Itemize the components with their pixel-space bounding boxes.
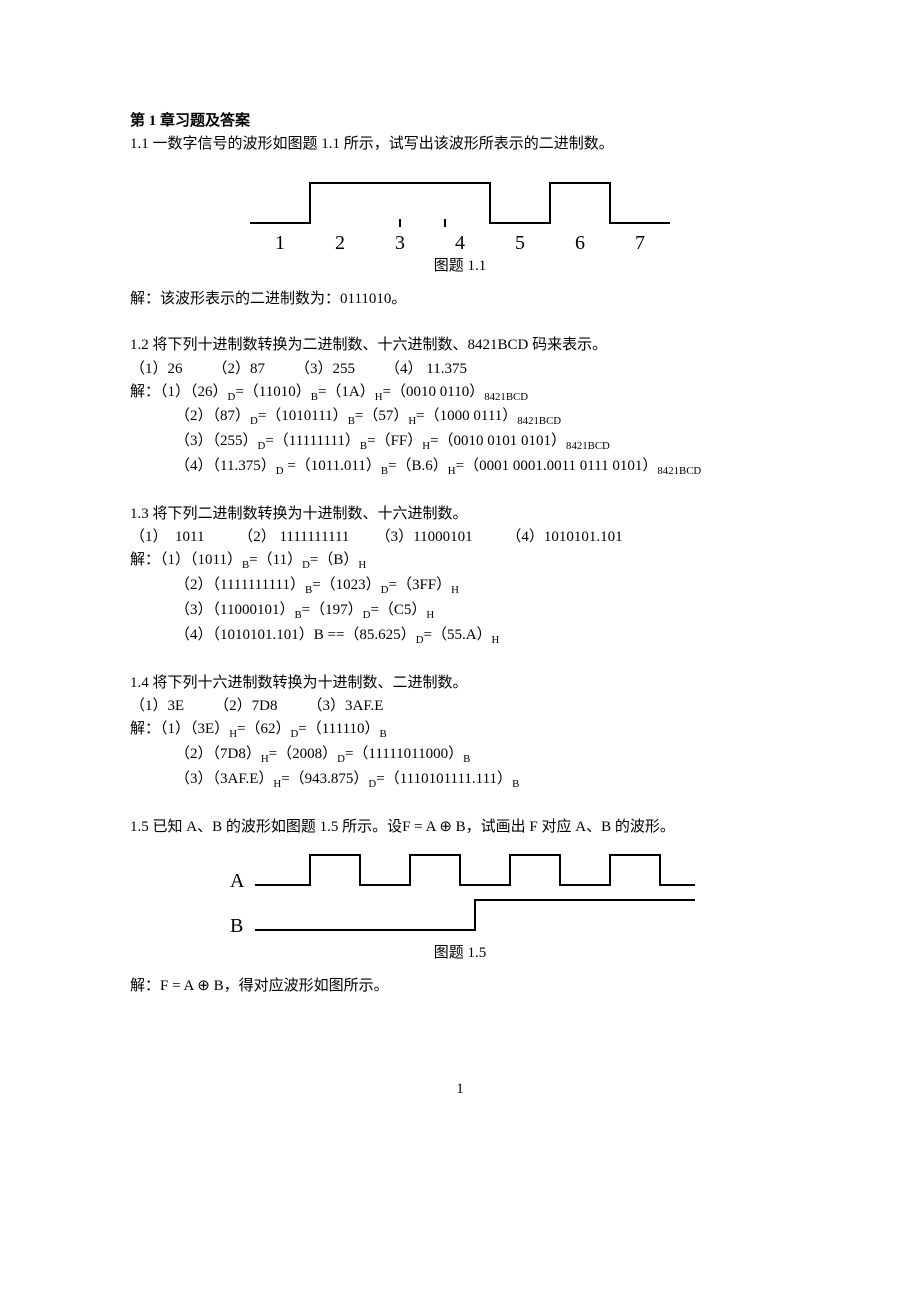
q14-answer: 解：（1）（3E）H=（62）D=（111110）B （2）（7D8）H=（20… <box>130 718 790 792</box>
svg-text:5: 5 <box>515 232 525 253</box>
q14-prompt: 1.4 将下列十六进制数转换为十进制数、二进制数。 <box>130 672 790 695</box>
q11-prompt: 1.1 一数字信号的波形如图题 1.1 所示，试写出该波形所表示的二进制数。 <box>130 133 790 156</box>
q15-formula-2: F = A ⊕ B <box>160 978 224 994</box>
chapter-title: 第 1 章习题及答案 <box>130 110 790 133</box>
q12-prompt: 1.2 将下列十进制数转换为二进制数、十六进制数、8421BCD 码来表示。 <box>130 334 790 357</box>
q15-prompt: 1.5 已知 A、B 的波形如图题 1.5 所示。设F = A ⊕ B，试画出 … <box>130 816 790 839</box>
figure-1-1-caption: 图题 1.1 <box>130 255 790 278</box>
q12-items: （1）26 （2）87 （3）255 （4） 11.375 <box>130 358 790 381</box>
q11-answer: 解：该波形表示的二进制数为：0111010。 <box>130 288 790 311</box>
figure-1-1: 1 2 3 4 5 6 7 <box>245 163 675 253</box>
q14-ans-label: 解： <box>130 721 160 737</box>
svg-text:1: 1 <box>275 232 285 253</box>
figure-1-5: A B <box>220 845 700 940</box>
q12-ans-label: 解： <box>130 384 160 400</box>
svg-text:B: B <box>230 915 243 937</box>
svg-text:4: 4 <box>455 232 465 253</box>
svg-text:2: 2 <box>335 232 345 253</box>
svg-text:7: 7 <box>635 232 645 253</box>
figure-1-5-caption: 图题 1.5 <box>130 942 790 965</box>
q13-answer: 解：（1）（1011）B=（11）D=（B）H （2）（1111111111）B… <box>130 549 790 648</box>
page-number: 1 <box>130 1078 790 1101</box>
q15-answer: 解：F = A ⊕ B，得对应波形如图所示。 <box>130 975 790 998</box>
q13-prompt: 1.3 将下列二进制数转换为十进制数、十六进制数。 <box>130 503 790 526</box>
q15-formula-1: F = A ⊕ B <box>402 819 466 835</box>
q13-ans-label: 解： <box>130 552 160 568</box>
q14-items: （1）3E （2）7D8 （3）3AF.E <box>130 695 790 718</box>
svg-text:6: 6 <box>575 232 585 253</box>
svg-text:3: 3 <box>395 232 405 253</box>
svg-text:A: A <box>230 870 245 892</box>
q12-answer: 解：（1）（26）D=（11010）B=（1A）H=（0010 0110）842… <box>130 381 790 480</box>
q13-items: （1） 1011 （2） 1111111111 （3）11000101 （4）1… <box>130 526 790 549</box>
